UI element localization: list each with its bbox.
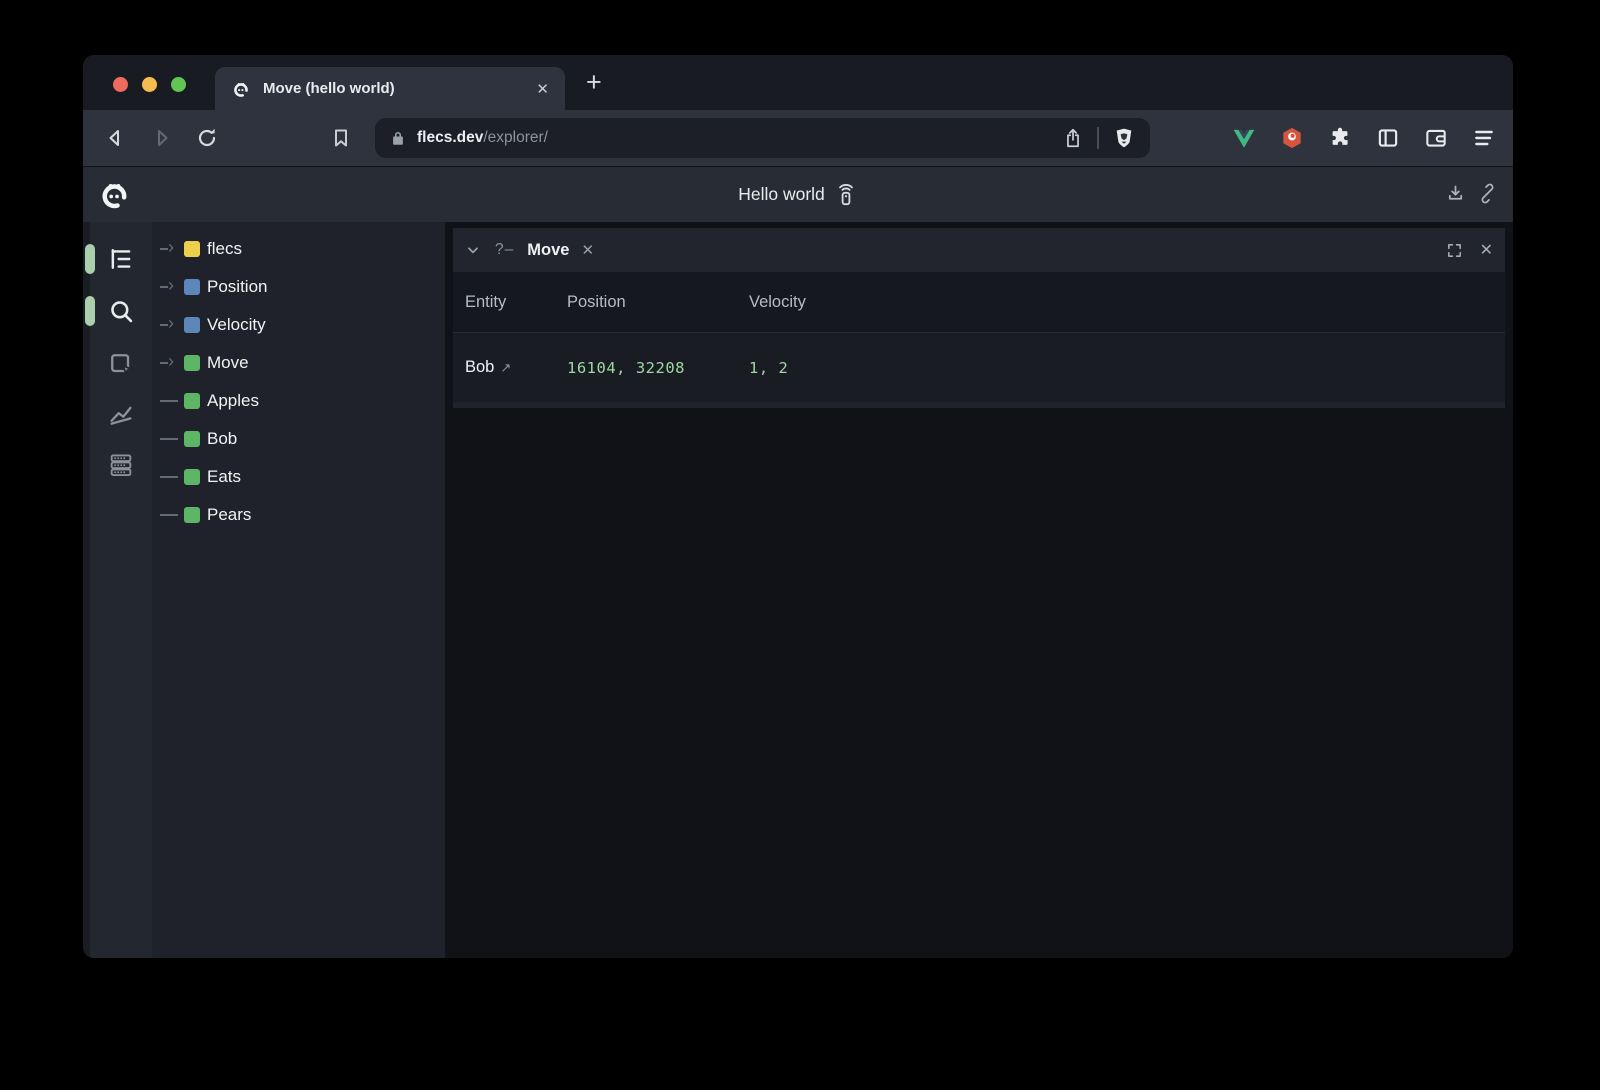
- entity-name[interactable]: Bob: [465, 358, 494, 377]
- tree-item-label: Pears: [207, 505, 251, 525]
- tree-item-label: Apples: [207, 391, 259, 411]
- main-canvas: ?– Move ✕ ✕ Entity Position Velocity: [445, 222, 1513, 958]
- tree-expand-icon[interactable]: [160, 438, 182, 440]
- close-panel-icon[interactable]: ✕: [1480, 240, 1493, 260]
- left-edge-strip: [83, 222, 90, 958]
- extensions-puzzle-icon[interactable]: [1327, 125, 1353, 151]
- zoom-window-button[interactable]: [171, 77, 186, 92]
- browser-window: Move (hello world) ✕ + flecs.dev/explore…: [83, 55, 1513, 958]
- brave-shield-icon[interactable]: [1112, 126, 1136, 150]
- component-color-swatch: [184, 355, 200, 371]
- active-indicator-pill: [85, 296, 95, 326]
- query-title: Move: [527, 241, 569, 260]
- tree-view-icon[interactable]: [107, 245, 135, 273]
- component-color-swatch: [184, 317, 200, 333]
- tree-item[interactable]: Apples: [152, 382, 445, 420]
- tree-expand-icon[interactable]: [160, 240, 182, 258]
- tree-item-label: flecs: [207, 239, 242, 259]
- menu-icon[interactable]: [1471, 125, 1497, 151]
- hexagon-extension-icon[interactable]: [1279, 125, 1305, 151]
- fullscreen-icon[interactable]: [1446, 242, 1463, 259]
- component-color-swatch: [184, 241, 200, 257]
- tree-item[interactable]: Eats: [152, 458, 445, 496]
- reload-icon[interactable]: [195, 126, 219, 150]
- new-tab-button[interactable]: +: [586, 67, 602, 98]
- tree-item-label: Move: [207, 353, 249, 373]
- active-indicator-pill: [85, 244, 95, 274]
- column-header-velocity: Velocity: [749, 293, 1505, 312]
- inspector-icon[interactable]: [107, 350, 135, 378]
- tab-title: Move (hello world): [263, 80, 395, 97]
- tree-expand-icon[interactable]: [160, 278, 182, 296]
- traffic-lights: [113, 77, 186, 92]
- tree-expand-icon[interactable]: [160, 354, 182, 372]
- column-header-position: Position: [567, 293, 749, 312]
- velocity-value: 1, 2: [749, 359, 1505, 377]
- tree-item[interactable]: Position: [152, 268, 445, 306]
- position-value: 16104, 32208: [567, 359, 749, 377]
- search-icon[interactable]: [107, 297, 135, 325]
- entity-cell[interactable]: Bob ↗: [465, 358, 567, 377]
- tree-item[interactable]: Velocity: [152, 306, 445, 344]
- vue-devtools-icon[interactable]: [1231, 125, 1257, 151]
- component-color-swatch: [184, 279, 200, 295]
- query-panel-header: ?– Move ✕ ✕: [453, 228, 1505, 272]
- remote-connection-icon[interactable]: [834, 183, 858, 207]
- tree-item-label: Eats: [207, 467, 241, 487]
- address-bar[interactable]: flecs.dev/explorer/: [375, 118, 1150, 158]
- back-icon[interactable]: [103, 126, 127, 150]
- toolbar-divider: [1097, 127, 1099, 149]
- tree-expand-icon[interactable]: [160, 476, 182, 478]
- component-color-swatch: [184, 469, 200, 485]
- wallet-icon[interactable]: [1423, 125, 1449, 151]
- query-icon: ?–: [495, 241, 514, 259]
- world-title: Hello world: [738, 184, 825, 205]
- icon-sidebar: [90, 222, 152, 958]
- chevron-down-icon[interactable]: [465, 242, 481, 258]
- query-clear-icon[interactable]: ✕: [581, 241, 594, 259]
- query-panel: ?– Move ✕ ✕ Entity Position Velocity: [453, 228, 1505, 408]
- browser-toolbar: flecs.dev/explorer/: [83, 110, 1513, 167]
- component-color-swatch: [184, 431, 200, 447]
- lock-icon: [389, 129, 407, 147]
- tab-bar: Move (hello world) ✕ +: [83, 55, 1513, 110]
- tab-favicon-flecs-icon: [231, 79, 251, 99]
- query-panel-footer: [453, 402, 1505, 408]
- tree-expand-icon[interactable]: [160, 400, 182, 402]
- stats-chart-icon[interactable]: [107, 398, 135, 426]
- tree-panel: flecs Position Velocity Move Apples Bob …: [152, 222, 445, 958]
- download-icon[interactable]: [1445, 183, 1466, 204]
- share-icon[interactable]: [1062, 127, 1084, 149]
- minimize-window-button[interactable]: [142, 77, 157, 92]
- close-window-button[interactable]: [113, 77, 128, 92]
- tree-expand-icon[interactable]: [160, 514, 182, 516]
- commands-icon[interactable]: [107, 451, 135, 479]
- tree-item-label: Bob: [207, 429, 237, 449]
- bookmark-icon[interactable]: [329, 126, 353, 150]
- tree-item[interactable]: Move: [152, 344, 445, 382]
- results-table-header: Entity Position Velocity: [453, 272, 1505, 333]
- table-row[interactable]: Bob ↗ 16104, 32208 1, 2: [453, 333, 1505, 402]
- browser-tab[interactable]: Move (hello world) ✕: [215, 67, 565, 110]
- forward-icon[interactable]: [150, 126, 174, 150]
- tree-item-label: Position: [207, 277, 267, 297]
- tab-close-icon[interactable]: ✕: [536, 80, 549, 98]
- url-path: /explorer/: [483, 129, 548, 147]
- tree-item[interactable]: flecs: [152, 230, 445, 268]
- explorer-header: Hello world: [83, 167, 1513, 222]
- column-header-entity: Entity: [465, 293, 567, 312]
- component-color-swatch: [184, 393, 200, 409]
- sidebar-toggle-icon[interactable]: [1375, 125, 1401, 151]
- tree-item[interactable]: Pears: [152, 496, 445, 534]
- copy-link-icon[interactable]: [1477, 183, 1498, 204]
- entity-link-icon[interactable]: ↗: [500, 360, 511, 376]
- tree-expand-icon[interactable]: [160, 316, 182, 334]
- tree-item-label: Velocity: [207, 315, 266, 335]
- explorer-content: flecs Position Velocity Move Apples Bob …: [83, 222, 1513, 958]
- component-color-swatch: [184, 507, 200, 523]
- url-domain: flecs.dev: [417, 129, 483, 147]
- tree-item[interactable]: Bob: [152, 420, 445, 458]
